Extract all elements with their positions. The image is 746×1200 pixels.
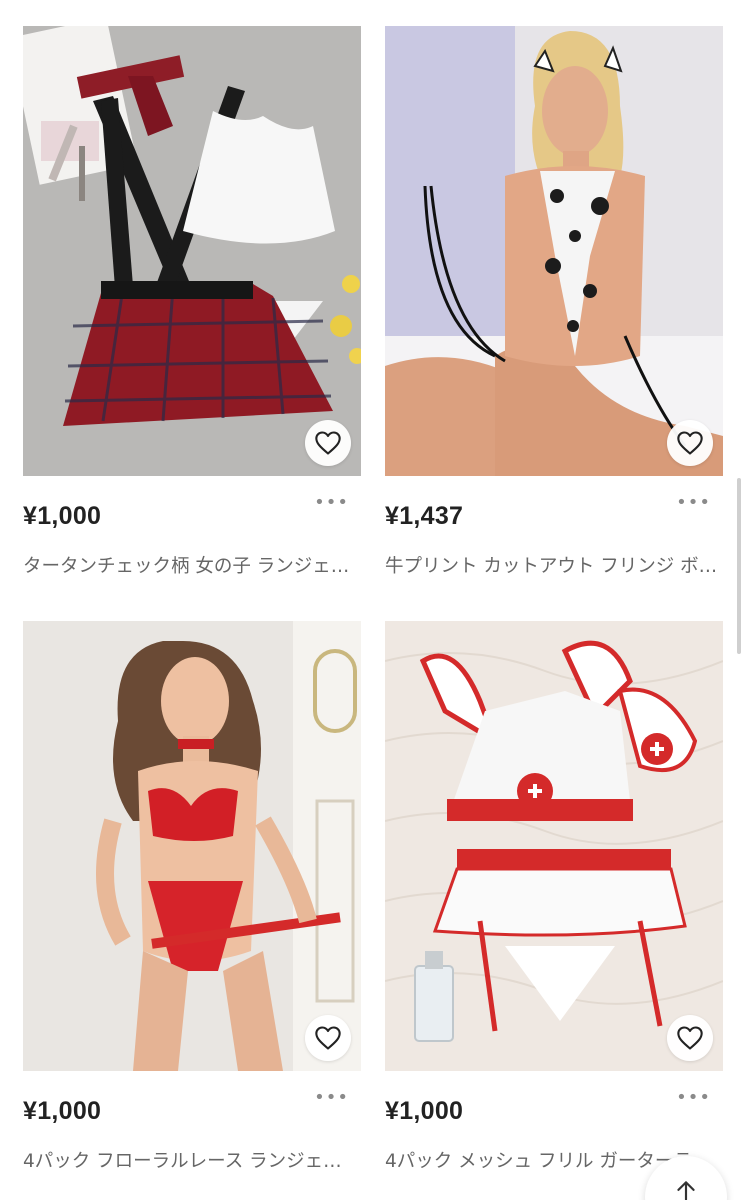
product-image-red-lace-set[interactable] <box>23 621 361 1071</box>
heart-icon <box>315 1026 341 1050</box>
heart-icon <box>677 1026 703 1050</box>
product-title[interactable]: 4パック フローラルレース ランジェリーセット <box>23 1147 359 1173</box>
favorite-button[interactable] <box>305 1015 351 1061</box>
product-price: ¥1,437 <box>385 502 464 530</box>
product-card[interactable]: ¥1,437 ••• 牛プリント カットアウト フリンジ ボディスーツ <box>385 26 723 586</box>
product-card[interactable]: ¥1,000 ••• 4パック フローラルレース ランジェリーセット <box>23 621 361 1181</box>
product-image-nurse-set[interactable] <box>385 621 723 1071</box>
product-price: ¥1,000 <box>23 1097 102 1125</box>
product-title[interactable]: 牛プリント カットアウト フリンジ ボディスーツ <box>385 552 721 578</box>
more-dots-icon[interactable]: ••• <box>314 1089 349 1107</box>
more-dots-icon[interactable]: ••• <box>676 494 711 512</box>
product-grid: ¥1,000 ••• タータンチェック柄 女の子 ランジェリーセット <box>0 0 746 1200</box>
product-price: ¥1,000 <box>23 502 102 530</box>
arrow-up-icon <box>677 1181 695 1200</box>
red-lace-model-illustration <box>23 621 361 1071</box>
favorite-button[interactable] <box>667 420 713 466</box>
cow-print-model-illustration <box>385 26 723 476</box>
favorite-button[interactable] <box>667 1015 713 1061</box>
scrollbar[interactable] <box>737 478 741 654</box>
product-card[interactable]: ¥1,000 ••• タータンチェック柄 女の子 ランジェリーセット <box>23 26 361 586</box>
nurse-costume-illustration <box>385 621 723 1071</box>
plaid-lingerie-illustration <box>23 26 361 476</box>
favorite-button[interactable] <box>305 420 351 466</box>
product-image-plaid-set[interactable] <box>23 26 361 476</box>
heart-icon <box>315 431 341 455</box>
product-card[interactable]: ¥1,000 ••• 4パック メッシュ フリル ガーターランジェリー <box>385 621 723 1181</box>
product-title[interactable]: タータンチェック柄 女の子 ランジェリーセット <box>23 552 359 578</box>
product-price: ¥1,000 <box>385 1097 464 1125</box>
more-dots-icon[interactable]: ••• <box>314 494 349 512</box>
heart-icon <box>677 431 703 455</box>
more-dots-icon[interactable]: ••• <box>676 1089 711 1107</box>
product-image-cow-bodysuit[interactable] <box>385 26 723 476</box>
